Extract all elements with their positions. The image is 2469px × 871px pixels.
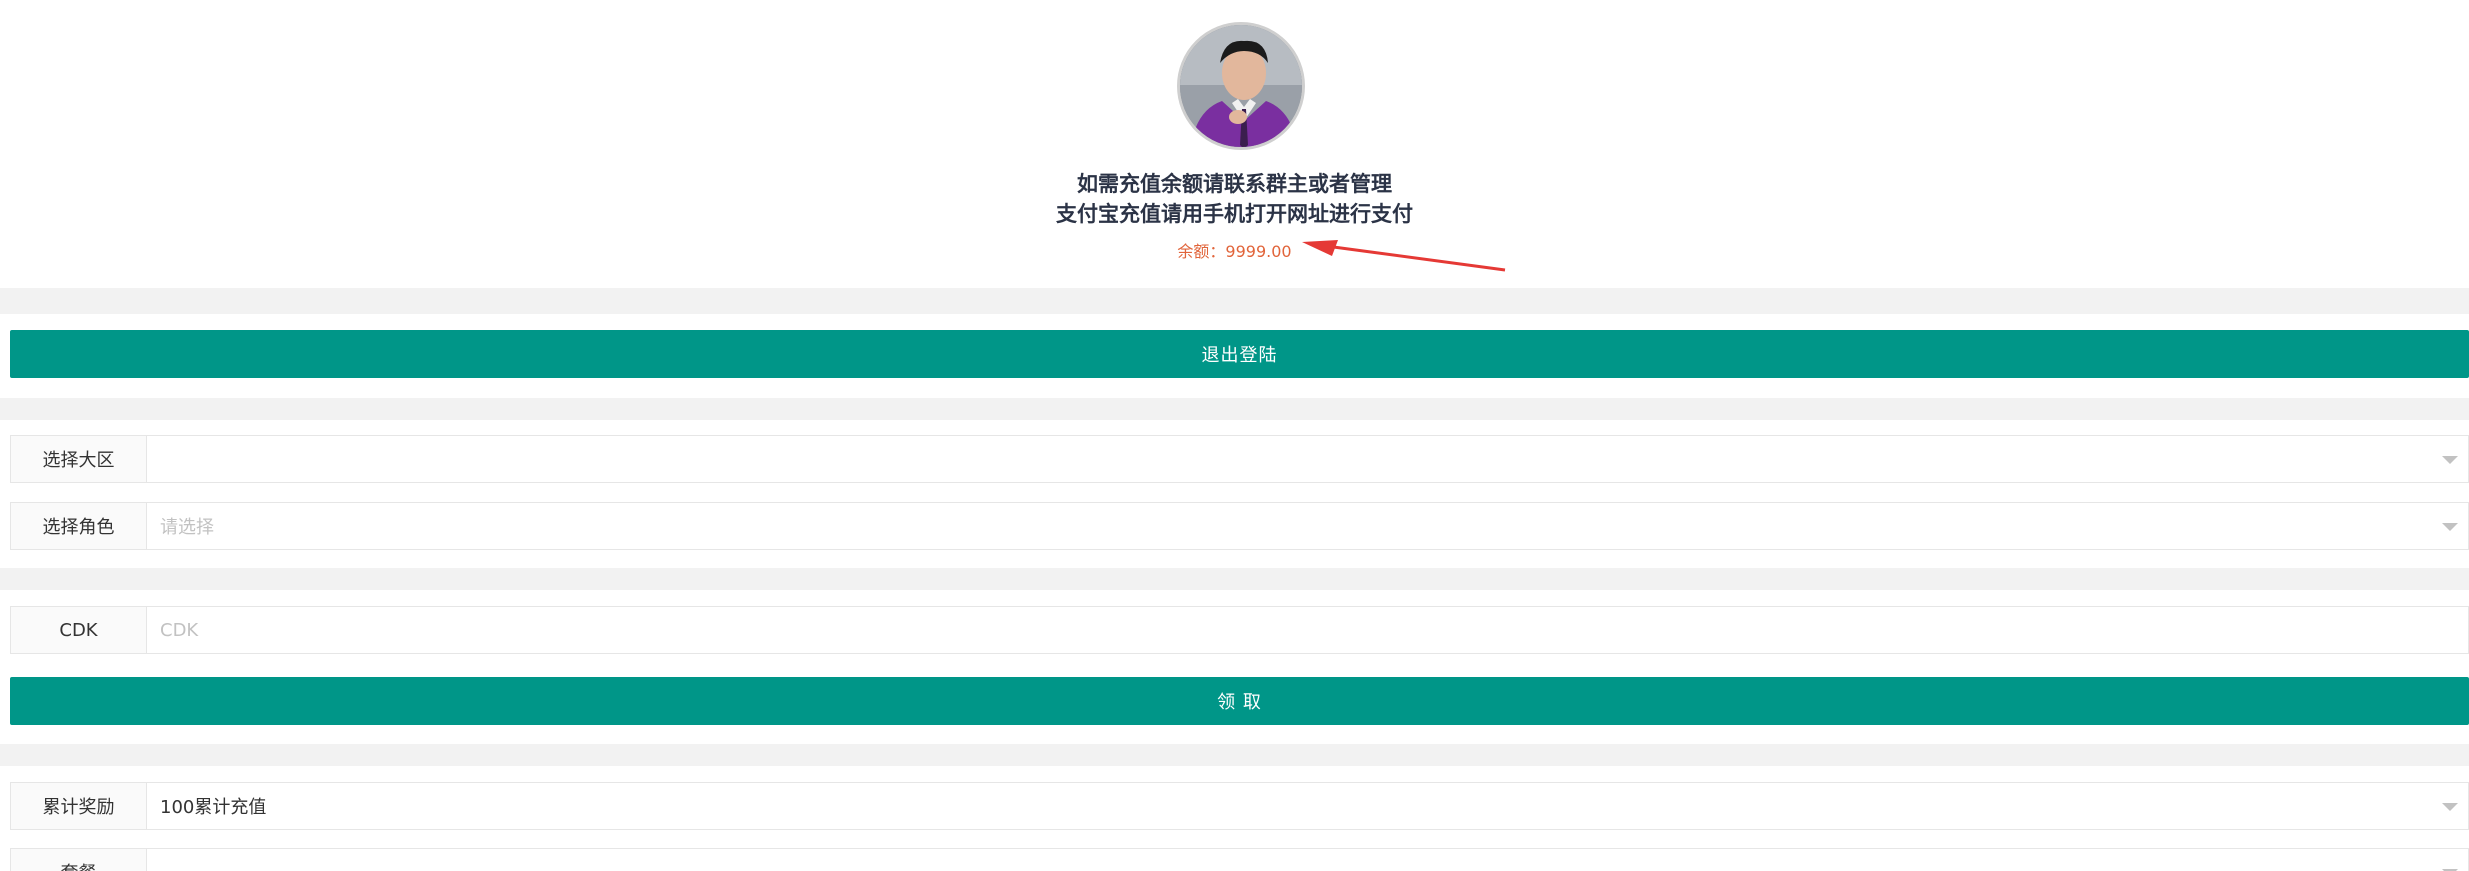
avatar-portrait (1180, 25, 1302, 147)
recharge-page: 如需充值余额请联系群主或者管理 支付宝充值请用手机打开网址进行支付 余额：999… (0, 0, 2469, 871)
notice-line-1: 如需充值余额请联系群主或者管理 (1077, 172, 1392, 196)
avatar (1177, 22, 1305, 150)
role-select-placeholder: 请选择 (160, 517, 214, 538)
section-divider (0, 288, 2469, 314)
region-select-label: 选择大区 (11, 436, 147, 482)
logout-button[interactable]: 退出登陆 (10, 330, 2469, 378)
cdk-row: CDK (10, 606, 2469, 654)
section-divider (0, 398, 2469, 420)
chevron-down-icon (2442, 523, 2458, 531)
package-select[interactable]: 套餐 (10, 848, 2469, 871)
cumulative-reward-text: 100累计充值 (160, 797, 267, 818)
balance-value: 9999.00 (1225, 242, 1292, 261)
role-select-label: 选择角色 (11, 503, 147, 549)
chevron-down-icon (2442, 456, 2458, 464)
region-select[interactable]: 选择大区 (10, 435, 2469, 483)
package-value[interactable] (147, 849, 2468, 871)
chevron-down-icon (2442, 803, 2458, 811)
cumulative-reward-label: 累计奖励 (11, 783, 147, 829)
section-divider (0, 744, 2469, 766)
arrow-icon (1302, 240, 1506, 272)
role-select[interactable]: 选择角色 请选择 (10, 502, 2469, 550)
cdk-input[interactable] (160, 607, 2468, 653)
claim-button[interactable]: 领 取 (10, 677, 2469, 725)
package-label: 套餐 (11, 849, 147, 871)
header: 如需充值余额请联系群主或者管理 支付宝充值请用手机打开网址进行支付 余额：999… (0, 0, 2469, 288)
region-select-value[interactable] (147, 436, 2468, 482)
section-divider (0, 568, 2469, 590)
cumulative-reward-value[interactable]: 100累计充值 (147, 783, 2468, 829)
balance-display: 余额：9999.00 (0, 238, 2469, 262)
notice-line-2: 支付宝充值请用手机打开网址进行支付 (1056, 202, 1413, 226)
cdk-field[interactable] (147, 607, 2468, 653)
cdk-label: CDK (11, 607, 147, 653)
cumulative-reward-select[interactable]: 累计奖励 100累计充值 (10, 782, 2469, 830)
balance-label: 余额： (1177, 242, 1226, 261)
role-select-value[interactable]: 请选择 (147, 503, 2468, 549)
